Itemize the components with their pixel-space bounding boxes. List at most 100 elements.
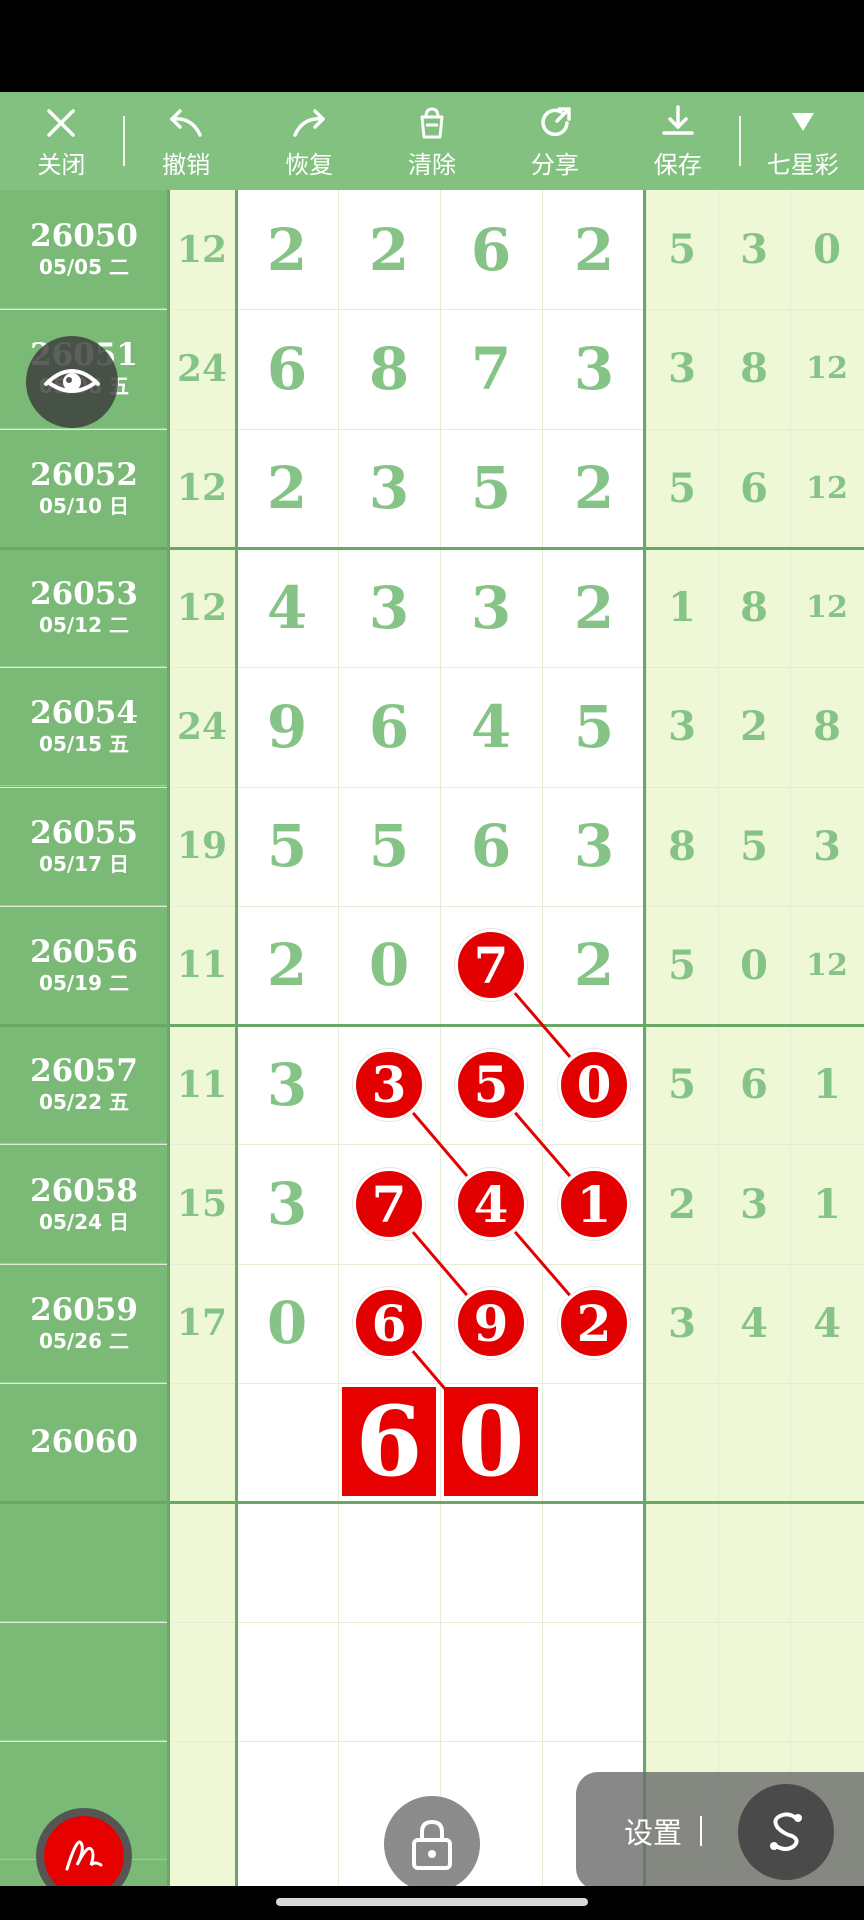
close-icon bbox=[47, 108, 76, 137]
digit-cell[interactable]: 2 bbox=[542, 548, 646, 667]
digit-cell[interactable]: 6 bbox=[338, 667, 440, 786]
home-indicator[interactable] bbox=[276, 1898, 588, 1906]
digit-cell[interactable]: 8 bbox=[338, 309, 440, 428]
issue-date: 05/26 二 bbox=[39, 1328, 129, 1353]
highlighted-digit-ball[interactable]: 5 bbox=[455, 1048, 527, 1121]
save-label: 保存 bbox=[653, 150, 702, 179]
highlighted-digit-ball[interactable]: 9 bbox=[455, 1287, 527, 1360]
visibility-toggle-button[interactable] bbox=[26, 336, 118, 428]
issue-number: 26058 bbox=[30, 1172, 138, 1209]
digit-cell[interactable]: 2 bbox=[338, 190, 440, 309]
digit-cell[interactable]: 3 bbox=[542, 309, 646, 428]
highlighted-digit-ball[interactable]: 3 bbox=[353, 1048, 425, 1121]
digit-cell[interactable]: 9 bbox=[236, 667, 338, 786]
sum-value: 12 bbox=[176, 586, 228, 629]
close-button[interactable]: 关闭 bbox=[0, 92, 123, 190]
status-bar bbox=[0, 0, 864, 92]
issue-cell: 26050 05/05 二 bbox=[0, 190, 168, 310]
clear-icon bbox=[420, 106, 444, 138]
settings-button[interactable]: 设置 bbox=[624, 1810, 682, 1852]
issue-number: 26050 bbox=[30, 218, 138, 255]
clear-button[interactable]: 清除 bbox=[371, 92, 494, 190]
lottery-type-label: 七星彩 bbox=[766, 150, 839, 179]
digit-cell[interactable]: 5 bbox=[542, 667, 646, 786]
row-group-divider bbox=[0, 1501, 864, 1505]
digit-cell[interactable]: 3 bbox=[236, 1144, 338, 1263]
sum-value: 12 bbox=[176, 467, 228, 510]
highlighted-digit-ball[interactable]: 2 bbox=[558, 1287, 630, 1360]
issue-number: 26055 bbox=[30, 814, 138, 851]
issue-cell: 26056 05/19 二 bbox=[0, 906, 168, 1026]
digit-cell[interactable]: 6 bbox=[440, 190, 542, 309]
toolbar-divider bbox=[122, 116, 125, 166]
tail-value: 2 bbox=[740, 703, 768, 751]
s-logo-icon bbox=[770, 1812, 802, 1851]
undo-button[interactable]: 撤销 bbox=[125, 92, 248, 190]
digit-cell[interactable]: 5 bbox=[338, 787, 440, 906]
toolbar: 关闭 撤销 恢复 清除 分享 保存 七星彩 bbox=[0, 92, 864, 190]
settings-panel: 设置 bbox=[576, 1772, 864, 1890]
digit-cell[interactable]: 0 bbox=[338, 906, 440, 1025]
sum-value: 12 bbox=[176, 228, 228, 271]
highlighted-digit-ball[interactable]: 7 bbox=[455, 929, 527, 1002]
undo-label: 撤销 bbox=[162, 150, 211, 179]
save-icon bbox=[661, 104, 694, 135]
redo-icon bbox=[293, 108, 325, 137]
tail-value: 5 bbox=[740, 822, 768, 870]
row-divider bbox=[0, 1621, 864, 1623]
digit-cell[interactable]: 5 bbox=[440, 429, 542, 548]
tail-value: 4 bbox=[740, 1299, 768, 1347]
prediction-digit-box[interactable]: 6 bbox=[342, 1385, 436, 1498]
share-button[interactable]: 分享 bbox=[493, 92, 616, 190]
digit-cell[interactable]: 0 bbox=[236, 1264, 338, 1383]
digit-cell[interactable]: 2 bbox=[542, 906, 646, 1025]
undo-icon bbox=[170, 108, 203, 137]
highlighted-digit-ball[interactable]: 6 bbox=[353, 1287, 425, 1360]
sum-value: 11 bbox=[176, 1063, 228, 1106]
highlighted-digit-ball[interactable]: 4 bbox=[455, 1168, 527, 1241]
save-button[interactable]: 保存 bbox=[616, 92, 739, 190]
digit-cell[interactable]: 7 bbox=[440, 309, 542, 428]
prediction-digit-box[interactable]: 0 bbox=[444, 1385, 538, 1498]
digit-cell[interactable]: 2 bbox=[542, 190, 646, 309]
digit-cell[interactable]: 2 bbox=[236, 906, 338, 1025]
issue-cell: 26059 05/26 二 bbox=[0, 1264, 168, 1383]
digit-cell[interactable]: 3 bbox=[338, 548, 440, 667]
digit-cell[interactable]: 6 bbox=[236, 309, 338, 428]
tail-value: 12 bbox=[806, 351, 848, 387]
s-logo-button[interactable] bbox=[738, 1784, 834, 1880]
digit-cell[interactable]: 2 bbox=[236, 190, 338, 309]
lock-button[interactable] bbox=[384, 1796, 480, 1892]
sum-value: 24 bbox=[176, 705, 228, 748]
digit-cell[interactable]: 6 bbox=[440, 787, 542, 906]
sum-value: 15 bbox=[176, 1183, 228, 1226]
pen-scribble-icon bbox=[65, 1840, 103, 1871]
issue-cell bbox=[0, 1622, 168, 1741]
draw-history-grid[interactable]: 2605005/05 二2605105/08 五2605205/10 日2605… bbox=[0, 190, 864, 1886]
tail-value: 3 bbox=[740, 1180, 768, 1228]
digit-cell[interactable]: 3 bbox=[440, 548, 542, 667]
digit-cell[interactable]: 4 bbox=[236, 548, 338, 667]
highlighted-digit-ball[interactable]: 7 bbox=[353, 1168, 425, 1241]
tail-value: 3 bbox=[668, 1299, 696, 1347]
tail-value: 0 bbox=[813, 226, 841, 274]
digit-cell[interactable]: 2 bbox=[542, 429, 646, 548]
tail-value: 6 bbox=[740, 1061, 768, 1109]
digit-cell[interactable]: 5 bbox=[236, 787, 338, 906]
digit-cell[interactable]: 3 bbox=[338, 429, 440, 548]
issue-date: 05/12 二 bbox=[39, 613, 129, 638]
digit-cell[interactable]: 3 bbox=[236, 1025, 338, 1144]
digit-cell[interactable]: 4 bbox=[440, 667, 542, 786]
highlighted-digit-ball[interactable]: 0 bbox=[558, 1048, 630, 1121]
issue-number: 26053 bbox=[30, 576, 138, 613]
share-icon bbox=[541, 106, 571, 136]
digit-cell[interactable]: 2 bbox=[236, 429, 338, 548]
digit-cell[interactable]: 3 bbox=[542, 787, 646, 906]
highlighted-digit-ball[interactable]: 1 bbox=[558, 1168, 630, 1241]
redo-button[interactable]: 恢复 bbox=[248, 92, 371, 190]
tail-value: 1 bbox=[813, 1180, 841, 1228]
lottery-type-dropdown[interactable]: 七星彩 bbox=[741, 92, 864, 190]
close-label: 关闭 bbox=[37, 150, 86, 179]
tail-value: 8 bbox=[740, 345, 768, 393]
issue-cell: 26052 05/10 日 bbox=[0, 429, 168, 548]
